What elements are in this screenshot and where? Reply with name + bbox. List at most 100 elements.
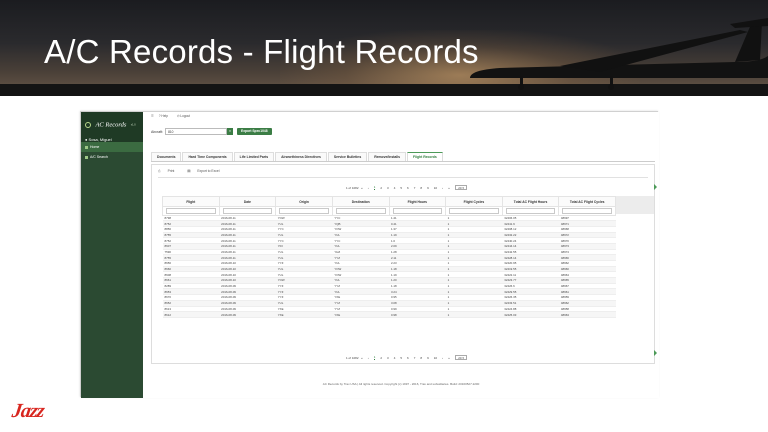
column-header[interactable]: Total AC Flight Hours xyxy=(501,196,560,207)
column-header[interactable]: Flight Hours xyxy=(388,196,447,207)
excel-icon: ▤ xyxy=(187,169,191,173)
column-header[interactable]: Date xyxy=(218,196,277,207)
column-filter-cell xyxy=(445,206,503,216)
page-4[interactable]: 4 xyxy=(394,186,396,190)
page-5[interactable]: 5 xyxy=(400,186,402,190)
jazz-logo: Jazz xyxy=(10,400,46,422)
page-5[interactable]: 5 xyxy=(400,356,402,360)
app-footer: AC Records by Trax USA | All rights rese… xyxy=(322,382,480,386)
column-header[interactable]: Total AC Flight Cycles xyxy=(558,196,616,207)
user-name: Sosa, Miguel xyxy=(88,137,112,142)
search-icon xyxy=(85,155,88,159)
divider xyxy=(158,177,648,178)
logout-link[interactable]: ⏻ Logout xyxy=(177,114,194,118)
page-8[interactable]: 8 xyxy=(420,356,422,360)
tab-service-bulletins[interactable]: Service Bulletins xyxy=(327,152,368,161)
column-filter-cell xyxy=(275,206,333,216)
slide-banner: A/C Records - Flight Records xyxy=(0,0,768,96)
first-page-button[interactable]: « xyxy=(361,356,363,360)
pager-summary: 1 of 1082 xyxy=(346,185,359,190)
sidebar-item-ac-search[interactable]: A/C Search xyxy=(81,152,143,162)
column-filter-input[interactable] xyxy=(392,208,443,214)
page-7[interactable]: 7 xyxy=(414,186,416,190)
column-filter-cell xyxy=(162,206,220,216)
page-size-select[interactable]: 20 ▾ xyxy=(455,185,467,190)
user-icon: ● xyxy=(85,137,88,142)
column-filter-input[interactable] xyxy=(505,208,556,214)
column-filter-cell xyxy=(218,206,277,216)
flight-records-panel: ⎙ Print ▤ Export to Excel 1 of 1082 « ‹ … xyxy=(151,164,655,364)
print-icon: ⎙ xyxy=(158,169,161,173)
aircraft-selector: Aircraft: 810 ▾ xyxy=(151,128,234,135)
page-size-value: 20 xyxy=(458,356,462,360)
page-10[interactable]: 10 xyxy=(434,186,437,190)
page-size-select[interactable]: 20 ▾ xyxy=(455,355,467,360)
export-spec-button[interactable]: Export Spec1048 xyxy=(237,128,272,135)
aircraft-input[interactable]: 810 xyxy=(165,128,228,135)
page-7[interactable]: 7 xyxy=(414,356,416,360)
next-page-button[interactable]: › xyxy=(442,186,443,190)
column-filter-cell xyxy=(558,206,616,216)
main-content: ☰ ? Help ⏻ Logout Aircraft: 810 ▾ Export… xyxy=(143,112,659,398)
last-page-button[interactable]: » xyxy=(448,356,450,360)
tab-hard-time-components[interactable]: Hard Time Components xyxy=(182,152,233,161)
column-filter-input[interactable] xyxy=(335,208,386,214)
page-4[interactable]: 4 xyxy=(394,356,396,360)
export-excel-button[interactable]: ▤ Export to Excel xyxy=(187,169,225,173)
column-filter-input[interactable] xyxy=(449,208,499,214)
app-title: AC Records xyxy=(95,121,127,129)
page-9[interactable]: 9 xyxy=(427,356,429,360)
help-link[interactable]: ? Help xyxy=(159,114,172,118)
aircraft-value: 810 xyxy=(168,130,174,134)
column-filter-cell xyxy=(388,206,447,216)
page-3[interactable]: 3 xyxy=(387,356,389,360)
first-page-button[interactable]: « xyxy=(361,186,363,190)
page-6[interactable]: 6 xyxy=(407,356,409,360)
page-6[interactable]: 6 xyxy=(407,186,409,190)
menu-icon[interactable]: ☰ xyxy=(151,114,154,118)
page-9[interactable]: 9 xyxy=(427,186,429,190)
scroll-right-icon[interactable] xyxy=(654,184,657,190)
table-row[interactable]: 8612 2016-08-09 YXE YXE 0.98 1 32425.03 48963 xyxy=(162,311,616,318)
aircraft-dropdown-button[interactable]: ▾ xyxy=(227,128,234,135)
app-logo-icon xyxy=(85,121,91,128)
page-8[interactable]: 8 xyxy=(420,186,422,190)
table-filter-row xyxy=(162,206,616,216)
page-10[interactable]: 10 xyxy=(434,356,437,360)
print-button[interactable]: ⎙ Print xyxy=(158,169,180,173)
tab-flight-records[interactable]: Flight Records xyxy=(407,152,443,161)
sidebar-header: AC Records v1.0 ● Sosa, Miguel xyxy=(81,112,143,142)
page-1[interactable]: 1 xyxy=(373,185,376,190)
last-page-button[interactable]: » xyxy=(448,186,450,190)
table-header-row: Flight Date Origin Destination Flight Hours F… xyxy=(162,196,616,207)
page-2[interactable]: 2 xyxy=(380,186,382,190)
sidebar-item-label: A/C Search xyxy=(90,155,108,159)
top-bar: ☰ ? Help ⏻ Logout xyxy=(151,114,198,118)
column-header[interactable]: Flight xyxy=(162,196,220,207)
column-filter-input[interactable] xyxy=(279,208,329,214)
column-header[interactable]: Origin xyxy=(275,196,333,207)
table-cell: 8612 xyxy=(162,311,220,318)
column-filter-input[interactable] xyxy=(166,208,216,214)
sidebar-item-home[interactable]: Home xyxy=(81,142,143,152)
next-page-button[interactable]: › xyxy=(442,356,443,360)
prev-page-button[interactable]: ‹ xyxy=(368,356,369,360)
page-2[interactable]: 2 xyxy=(380,356,382,360)
column-header[interactable]: Destination xyxy=(331,196,390,207)
tab-documents[interactable]: Documents xyxy=(151,152,182,161)
record-tabs: Documents Hard Time Components Life Limi… xyxy=(151,152,655,162)
table-cell: YXE xyxy=(332,311,389,318)
page-1[interactable]: 1 xyxy=(373,355,376,360)
column-header[interactable]: Flight Cycles xyxy=(445,196,503,207)
table-cell: 32425.03 xyxy=(502,311,559,318)
home-icon xyxy=(85,145,88,149)
scroll-right-icon-bottom[interactable] xyxy=(654,350,657,356)
column-filter-input[interactable] xyxy=(562,208,612,214)
slide-title: A/C Records - Flight Records xyxy=(44,33,479,70)
tab-airworthiness-directives[interactable]: Airworthiness Directives xyxy=(275,152,327,161)
prev-page-button[interactable]: ‹ xyxy=(368,186,369,190)
page-3[interactable]: 3 xyxy=(387,186,389,190)
tab-remove-installs[interactable]: Remove/Installs xyxy=(368,152,407,161)
column-filter-input[interactable] xyxy=(222,208,273,214)
tab-life-limited-parts[interactable]: Life Limited Parts xyxy=(233,152,275,161)
